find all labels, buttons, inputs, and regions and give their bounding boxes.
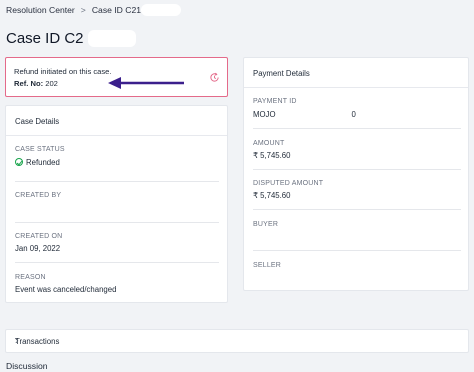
- divider: [15, 222, 219, 223]
- amount-value: ₹ 5,745.60: [253, 151, 291, 160]
- breadcrumb-separator: >: [80, 5, 86, 15]
- divider: [15, 181, 219, 182]
- payment-id-label: PAYMENT ID: [253, 98, 297, 105]
- case-status-label: CASE STATUS: [15, 146, 65, 153]
- divider: [15, 262, 219, 263]
- reason-value: Event was canceled/changed: [15, 285, 117, 294]
- case-status-value: Refunded: [15, 158, 60, 167]
- reason-label: REASON: [15, 274, 46, 281]
- breadcrumb-current: Case ID C21: [91, 5, 142, 15]
- refund-ref-value: 202: [45, 79, 58, 88]
- amount-label: AMOUNT: [253, 140, 285, 147]
- annotation-arrow-icon: [108, 77, 184, 89]
- payment-details-card: Payment Details PAYMENT ID MOJO 0 AMOUNT …: [243, 57, 469, 291]
- case-status-text: Refunded: [26, 158, 60, 167]
- redaction-mask: [141, 4, 182, 16]
- payment-id-prefix: MOJO: [253, 110, 276, 119]
- redaction-mask: [87, 30, 136, 47]
- seller-label: SELLER: [253, 262, 282, 269]
- refund-ref-label: Ref. No:: [14, 79, 44, 88]
- case-details-heading: Case Details: [15, 117, 60, 126]
- transactions-row[interactable]: Transactions ›: [5, 329, 469, 353]
- payment-details-heading: Payment Details: [253, 69, 310, 78]
- discussion-heading: Discussion: [6, 361, 48, 371]
- page-title-text: Case ID C2: [6, 30, 84, 47]
- created-by-label: CREATED BY: [15, 192, 62, 199]
- payment-id-value: MOJO 0: [253, 109, 356, 119]
- disputed-amount-label: DISPUTED AMOUNT: [253, 180, 324, 187]
- payment-details-header: Payment Details: [244, 58, 468, 88]
- divider: [253, 169, 461, 170]
- page-title: Case ID C2: [6, 30, 136, 47]
- redaction-mask: [275, 109, 352, 118]
- created-on-label: CREATED ON: [15, 233, 63, 240]
- refresh-icon[interactable]: [209, 72, 220, 83]
- disputed-amount-value: ₹ 5,745.60: [253, 191, 291, 200]
- case-details-card: Case Details CASE STATUS Refunded CREATE…: [5, 105, 228, 303]
- case-details-header: Case Details: [6, 106, 227, 136]
- buyer-label: BUYER: [253, 221, 279, 228]
- breadcrumb: Resolution Center > Case ID C21: [6, 4, 182, 16]
- refund-message: Refund initiated on this case.: [14, 67, 112, 76]
- breadcrumb-root-link[interactable]: Resolution Center: [6, 5, 75, 15]
- divider: [253, 128, 461, 129]
- refund-ref: Ref. No: 202: [14, 79, 58, 88]
- divider: [253, 250, 461, 251]
- payment-id-suffix: 0: [351, 110, 356, 119]
- check-circle-icon: [15, 158, 23, 166]
- divider: [253, 209, 461, 210]
- chevron-right-icon[interactable]: ›: [15, 335, 454, 347]
- created-on-value: Jan 09, 2022: [15, 244, 61, 253]
